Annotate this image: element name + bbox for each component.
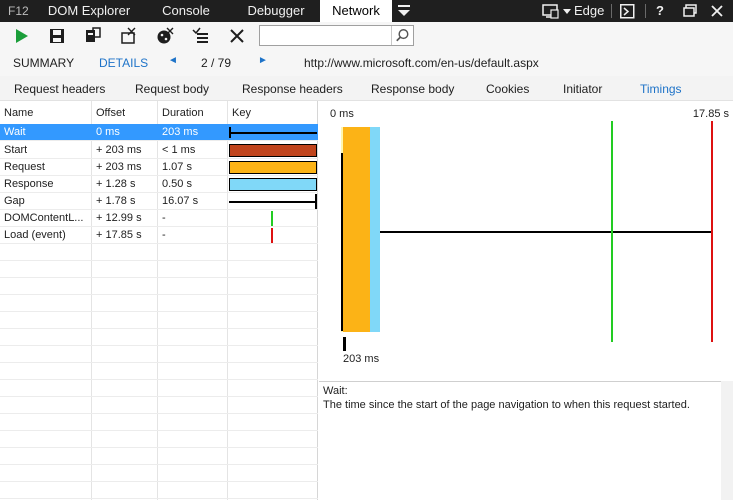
table-header-row: Name Offset Duration Key: [0, 101, 318, 123]
selection-duration-label: 203 ms: [343, 353, 380, 365]
cell-name: Load (event): [4, 229, 66, 241]
console-toggle-icon[interactable]: [620, 4, 635, 19]
clear-session-icon[interactable]: [228, 27, 246, 45]
table-row-wait[interactable]: Wait 0 ms 203 ms: [0, 124, 318, 141]
f12-label: F12: [8, 4, 29, 18]
search-box: [259, 25, 414, 46]
key-load-event-marker: [271, 228, 273, 243]
start-profiling-icon[interactable]: [13, 27, 31, 45]
tab-dom-explorer[interactable]: DOM Explorer: [40, 0, 138, 22]
cell-duration: -: [162, 212, 166, 224]
cell-offset: + 1.78 s: [96, 195, 136, 207]
description-scrollbar[interactable]: [721, 381, 733, 500]
key-domcontentloaded-marker: [271, 211, 273, 226]
cell-offset: + 12.99 s: [96, 212, 142, 224]
search-icon[interactable]: [391, 26, 413, 45]
tab-request-body[interactable]: Request body: [135, 82, 209, 96]
request-url: http://www.microsoft.com/en-us/default.a…: [304, 56, 539, 70]
cell-name: Wait: [4, 126, 26, 138]
clear-cache-icon[interactable]: [120, 27, 138, 45]
help-icon[interactable]: ?: [656, 0, 664, 22]
key-wait-line: [229, 132, 317, 134]
emulation-monitor-icon[interactable]: [542, 4, 564, 19]
table-row-start[interactable]: Start + 203 ms < 1 ms: [0, 142, 318, 159]
load-event-line: [711, 121, 713, 342]
column-header-offset[interactable]: Offset: [96, 107, 125, 119]
tab-timings[interactable]: Timings: [640, 82, 682, 96]
cell-offset: + 1.28 s: [96, 178, 136, 190]
export-save-icon[interactable]: [48, 27, 66, 45]
entry-position: 2 / 79: [201, 56, 232, 70]
table-row-response[interactable]: Response + 1.28 s 0.50 s: [0, 176, 318, 193]
clear-entries-on-navigate-icon[interactable]: [191, 27, 209, 45]
undock-icon[interactable]: [683, 4, 697, 18]
table-row-request[interactable]: Request + 203 ms 1.07 s: [0, 159, 318, 176]
tab-response-body[interactable]: Response body: [371, 82, 454, 96]
column-header-name[interactable]: Name: [4, 107, 33, 119]
cell-duration: -: [162, 229, 166, 241]
summary-details-bar: SUMMARY DETAILS ◄ 2 / 79 ► http://www.mi…: [0, 50, 733, 76]
key-start-swatch: [229, 144, 317, 157]
request-bar: [347, 127, 370, 332]
cell-duration: 0.50 s: [162, 178, 192, 190]
response-bar: [370, 127, 380, 332]
timeline-end-label: 17.85 s: [692, 108, 729, 120]
cell-duration: < 1 ms: [162, 144, 196, 156]
key-request-swatch: [229, 161, 317, 174]
browser-mode-chevron-icon[interactable]: [563, 9, 571, 15]
cell-name: Response: [4, 178, 54, 190]
timing-description-pane: Wait: The time since the start of the pa…: [319, 381, 733, 500]
details-button[interactable]: DETAILS: [99, 56, 148, 70]
description-text: The time since the start of the page nav…: [323, 399, 690, 411]
column-header-duration[interactable]: Duration: [162, 107, 204, 119]
next-entry-button[interactable]: ►: [258, 55, 268, 66]
previous-entry-button[interactable]: ◄: [168, 55, 178, 66]
cell-duration: 16.07 s: [162, 195, 199, 207]
tab-initiator[interactable]: Initiator: [563, 82, 602, 96]
tab-response-headers[interactable]: Response headers: [242, 82, 343, 96]
always-refresh-icon[interactable]: [84, 27, 102, 45]
tab-network[interactable]: Network: [320, 0, 392, 22]
timeline-start-label: 0 ms: [330, 108, 354, 120]
close-icon[interactable]: [711, 5, 723, 17]
key-response-swatch: [229, 178, 317, 191]
domcontentloaded-line: [611, 121, 613, 342]
tab-console[interactable]: Console: [150, 0, 222, 22]
search-input[interactable]: [262, 27, 388, 44]
table-row-load-event[interactable]: Load (event) + 17.85 s -: [0, 227, 318, 244]
tab-cookies[interactable]: Cookies: [486, 82, 529, 96]
cell-name: Gap: [4, 195, 25, 207]
selection-marker: [343, 337, 346, 351]
cell-name: Start: [4, 144, 28, 156]
summary-button[interactable]: SUMMARY: [13, 56, 74, 70]
timings-table: Name Offset Duration Key Wait 0 ms 203 m…: [0, 101, 318, 500]
table-row-domcontentloaded[interactable]: DOMContentL... + 12.99 s -: [0, 210, 318, 227]
table-row-gap[interactable]: Gap + 1.78 s 16.07 s: [0, 193, 318, 210]
devtools-tab-bar: F12 DOM Explorer Console Debugger Networ…: [0, 0, 733, 22]
cell-offset: + 203 ms: [96, 144, 142, 156]
browser-mode-label[interactable]: Edge: [574, 0, 604, 22]
tab-request-headers[interactable]: Request headers: [14, 82, 105, 96]
cell-duration: 203 ms: [162, 126, 199, 138]
cell-offset: + 17.85 s: [96, 229, 142, 241]
more-tabs-dropdown-icon[interactable]: [397, 5, 411, 17]
column-header-key[interactable]: Key: [232, 107, 251, 119]
cell-offset: 0 ms: [96, 126, 120, 138]
clear-cookies-icon[interactable]: [156, 27, 174, 45]
description-title: Wait:: [323, 385, 348, 397]
key-gap-line: [229, 201, 316, 203]
timings-chart: 0 ms 17.85 s 203 ms: [319, 101, 733, 381]
wait-marker-line: [341, 153, 343, 331]
cell-name: Request: [4, 161, 45, 173]
gap-line: [380, 231, 713, 233]
cell-offset: + 203 ms: [96, 161, 142, 173]
tab-debugger[interactable]: Debugger: [236, 0, 316, 22]
detail-tab-bar: Request headers Request body Response he…: [0, 76, 733, 101]
cell-duration: 1.07 s: [162, 161, 192, 173]
cell-name: DOMContentL...: [4, 212, 84, 224]
